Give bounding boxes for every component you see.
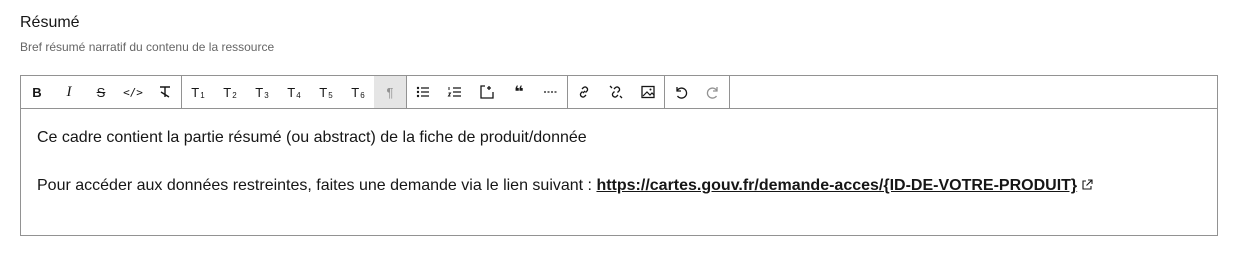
- undo-button[interactable]: [665, 76, 697, 108]
- link-icon: [579, 86, 589, 98]
- strikethrough-button[interactable]: S: [85, 76, 117, 108]
- bullet-list-icon: [416, 86, 429, 98]
- ordered-list-button[interactable]: [439, 76, 471, 108]
- paragraph-text: Pour accéder aux données restreintes, fa…: [37, 177, 597, 194]
- editor-content[interactable]: Ce cadre contient la partie résumé (ou a…: [21, 109, 1217, 198]
- code-block-icon: [480, 85, 494, 99]
- code-block-button[interactable]: [471, 76, 503, 108]
- toolbar-group-headings: T1 T2 T3 T4 T5 T6 ¶: [182, 76, 407, 108]
- toolbar-group-insert: [568, 76, 665, 108]
- horizontal-rule-button[interactable]: [535, 76, 567, 108]
- redo-button[interactable]: [697, 76, 729, 108]
- heading-4-button[interactable]: T4: [278, 76, 310, 108]
- link-text: https://cartes.gouv.fr/demande-acces/{ID…: [596, 177, 1078, 194]
- clear-format-button[interactable]: [149, 76, 181, 108]
- content-paragraph-link: Pour accéder aux données restreintes, fa…: [37, 174, 1201, 198]
- toolbar-group-format: B I S </>: [21, 76, 182, 108]
- bold-button[interactable]: B: [21, 76, 53, 108]
- redo-icon: [706, 87, 718, 99]
- heading-6-button[interactable]: T6: [342, 76, 374, 108]
- paragraph-button[interactable]: ¶: [374, 76, 406, 108]
- external-link-icon: [1082, 179, 1093, 190]
- heading-3-button[interactable]: T3: [246, 76, 278, 108]
- heading-1-button[interactable]: T1: [182, 76, 214, 108]
- field-header: Résumé Bref résumé narratif du contenu d…: [20, 12, 1220, 55]
- access-request-link[interactable]: https://cartes.gouv.fr/demande-acces/{ID…: [596, 177, 1093, 194]
- toolbar-group-history: [665, 76, 730, 108]
- toolbar-group-blocks: ❝: [407, 76, 568, 108]
- ordered-list-icon: [447, 87, 461, 97]
- field-hint: Bref résumé narratif du contenu de la re…: [20, 40, 275, 54]
- undo-icon: [676, 87, 688, 99]
- clear-format-icon: [160, 86, 170, 98]
- unlink-icon: [609, 85, 623, 99]
- blockquote-button[interactable]: ❝: [503, 76, 535, 108]
- image-button[interactable]: [632, 76, 664, 108]
- heading-5-button[interactable]: T5: [310, 76, 342, 108]
- horizontal-rule-icon: [544, 91, 558, 93]
- heading-2-button[interactable]: T2: [214, 76, 246, 108]
- link-button[interactable]: [568, 76, 600, 108]
- bullet-list-button[interactable]: [407, 76, 439, 108]
- image-icon: [641, 85, 655, 99]
- unlink-button[interactable]: [600, 76, 632, 108]
- editor-toolbar: B I S </> T1 T2 T3 T4 T5 T6 ¶ ❝: [21, 76, 1217, 109]
- code-button[interactable]: </>: [117, 76, 149, 108]
- rich-text-editor[interactable]: B I S </> T1 T2 T3 T4 T5 T6 ¶ ❝ Ce cadre…: [20, 75, 1218, 236]
- field-label: Résumé: [20, 14, 80, 31]
- content-paragraph: Ce cadre contient la partie résumé (ou a…: [37, 129, 587, 146]
- italic-button[interactable]: I: [53, 76, 85, 108]
